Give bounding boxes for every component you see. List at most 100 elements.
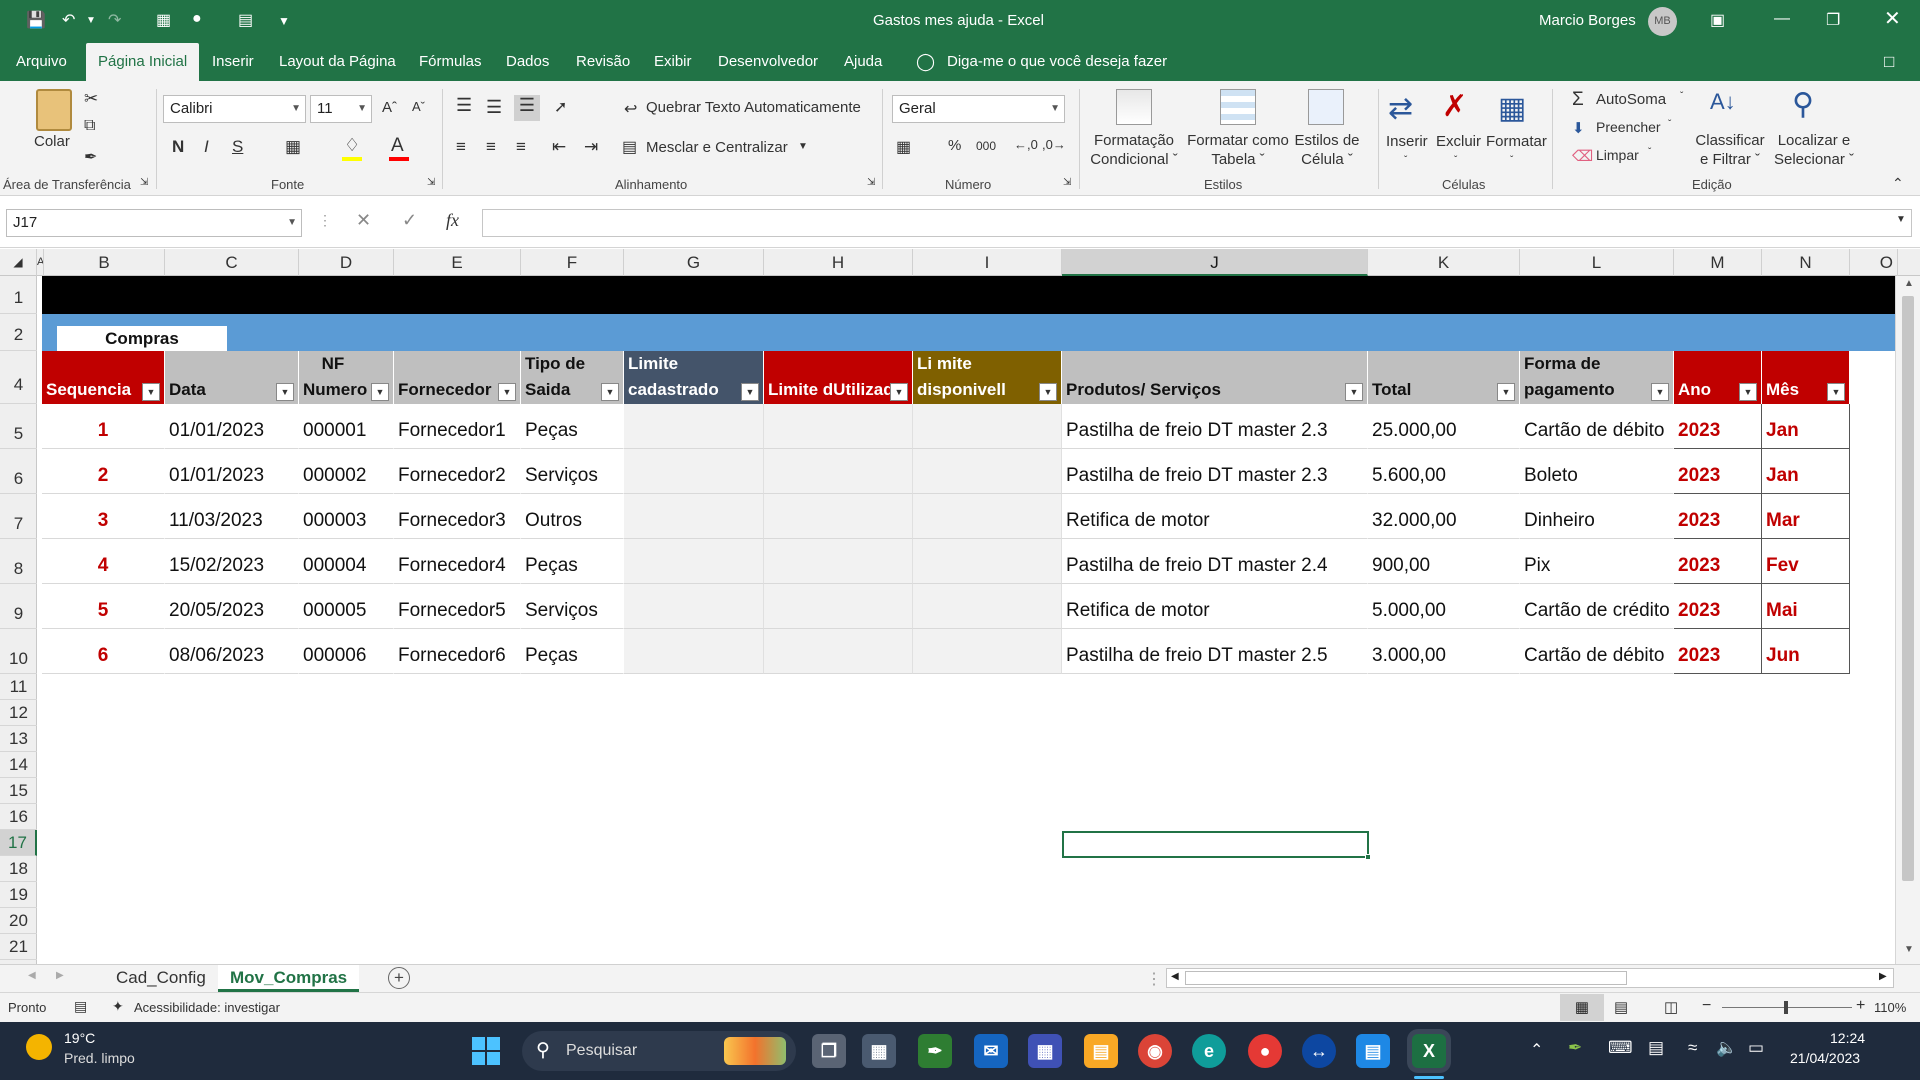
cell-l5[interactable]: Cartão de débito xyxy=(1520,404,1674,449)
col-header-o[interactable]: O xyxy=(1850,249,1898,276)
tab-arquivo[interactable]: Arquivo xyxy=(14,43,69,81)
scroll-left-icon[interactable]: ◀ xyxy=(1171,971,1179,982)
idea-icon[interactable]: ● xyxy=(192,10,202,28)
cell-j6[interactable]: Pastilha de freio DT master 2.3 xyxy=(1062,449,1368,494)
row-header[interactable]: 10 xyxy=(0,629,37,674)
mail-icon[interactable]: ✉ xyxy=(974,1034,1008,1068)
cell-h10[interactable] xyxy=(764,629,913,674)
cell-e10[interactable]: Fornecedor6 xyxy=(394,629,521,674)
normal-view-icon[interactable]: ▦ xyxy=(1560,994,1604,1021)
customize-qat-icon[interactable]: ▼ xyxy=(278,14,290,28)
edge-icon[interactable]: e xyxy=(1192,1034,1226,1068)
page-layout-view-icon[interactable]: ▤ xyxy=(1614,998,1628,1016)
chrome-icon[interactable]: ◉ xyxy=(1138,1034,1172,1068)
selected-cell-j17[interactable] xyxy=(1062,831,1369,858)
vertical-scroll-thumb[interactable] xyxy=(1902,296,1914,881)
grow-font-icon[interactable]: Aˆ xyxy=(382,99,397,116)
cell-n9[interactable]: Mai xyxy=(1762,584,1850,629)
minimize-icon[interactable]: — xyxy=(1774,10,1790,28)
align-middle-icon[interactable]: ☰ xyxy=(486,97,502,118)
row-header[interactable]: 18 xyxy=(0,856,37,882)
cell-b7[interactable]: 3 xyxy=(42,494,165,539)
row-header[interactable]: 21 xyxy=(0,934,37,960)
col-header-a[interactable]: A xyxy=(37,249,44,276)
keyboard-icon[interactable]: ⌨ xyxy=(1608,1038,1633,1058)
paste-button[interactable]: Colar xyxy=(34,133,70,150)
row-header[interactable]: 4 xyxy=(0,351,37,404)
row-header[interactable]: 1 xyxy=(0,276,37,314)
bold-button[interactable]: N xyxy=(172,137,184,157)
insert-dropdown-icon[interactable]: ˇ xyxy=(1404,155,1407,166)
cell-l8[interactable]: Pix xyxy=(1520,539,1674,584)
wifi-icon[interactable]: ≈ xyxy=(1688,1038,1697,1058)
teamviewer-icon[interactable]: ↔ xyxy=(1302,1034,1336,1068)
row-header[interactable]: 19 xyxy=(0,882,37,908)
user-name[interactable]: Marcio Borges xyxy=(1539,12,1636,29)
zoom-slider-thumb[interactable] xyxy=(1784,1001,1788,1014)
tab-layout[interactable]: Layout da Página xyxy=(277,43,398,81)
header-cell-e[interactable]: Fornecedor ▼ xyxy=(394,351,521,404)
cell-f7[interactable]: Outros xyxy=(521,494,624,539)
font-name-combo[interactable]: Calibri ▼ xyxy=(163,95,306,123)
cut-icon[interactable]: ✂ xyxy=(84,89,98,109)
row-header[interactable]: 12 xyxy=(0,700,37,726)
row-header[interactable]: 5 xyxy=(0,404,37,449)
cell-h7[interactable] xyxy=(764,494,913,539)
filter-dropdown-icon[interactable]: ▼ xyxy=(601,383,619,401)
tab-dados[interactable]: Dados xyxy=(504,43,551,81)
align-bottom-icon[interactable]: ☰ xyxy=(514,95,540,121)
display-icon[interactable]: ▤ xyxy=(1648,1038,1664,1058)
tab-exibir[interactable]: Exibir xyxy=(652,43,694,81)
cell-f5[interactable]: Peças xyxy=(521,404,624,449)
cell-d5[interactable]: 000001 xyxy=(299,404,394,449)
start-icon[interactable] xyxy=(472,1037,500,1065)
format-cells-button[interactable]: Formatar xyxy=(1486,133,1547,150)
col-header-e[interactable]: E xyxy=(394,249,521,276)
cell-k9[interactable]: 5.000,00 xyxy=(1368,584,1520,629)
cell-i9[interactable] xyxy=(913,584,1062,629)
decrease-decimal-icon[interactable]: ,0→ xyxy=(1042,137,1066,152)
filter-dropdown-icon[interactable]: ▼ xyxy=(741,383,759,401)
header-cell-f[interactable]: Tipo de Saida ▼ xyxy=(521,351,624,404)
select-all-corner[interactable]: ◢ xyxy=(0,249,37,276)
cell-h5[interactable] xyxy=(764,404,913,449)
currency-icon[interactable]: ▦ xyxy=(896,137,911,157)
store-icon[interactable]: ▦ xyxy=(1028,1034,1062,1068)
col-header-b[interactable]: B xyxy=(44,249,165,276)
cell-i6[interactable] xyxy=(913,449,1062,494)
cell-m5[interactable]: 2023 xyxy=(1674,404,1762,449)
sheet-tab-mov-compras[interactable]: Mov_Compras xyxy=(218,965,360,992)
thousands-button[interactable]: 000 xyxy=(976,139,996,153)
cell-d8[interactable]: 000004 xyxy=(299,539,394,584)
prev-sheet-icon[interactable]: ◀ xyxy=(28,970,36,981)
cell-g7[interactable] xyxy=(624,494,764,539)
row-header[interactable]: 7 xyxy=(0,494,37,539)
row-header[interactable]: 17 xyxy=(0,830,37,856)
volume-icon[interactable]: 🔈 xyxy=(1716,1038,1737,1058)
cell-c7[interactable]: 11/03/2023 xyxy=(165,494,299,539)
add-sheet-icon[interactable]: + xyxy=(388,967,410,989)
cell-b5[interactable]: 1 xyxy=(42,404,165,449)
fill-color-icon[interactable]: ♢ xyxy=(344,135,360,156)
increase-indent-icon[interactable]: ⇥ xyxy=(584,137,598,157)
scroll-up-icon[interactable]: ▲ xyxy=(1904,278,1914,289)
merge-dropdown-icon[interactable]: ▼ xyxy=(798,141,808,152)
fill-handle[interactable] xyxy=(1365,854,1371,860)
page-break-view-icon[interactable]: ◫ xyxy=(1664,998,1678,1016)
header-cell-j[interactable]: Produtos/ Serviços ▼ xyxy=(1062,351,1368,404)
redo-icon[interactable]: ↷ xyxy=(108,10,121,30)
formula-input[interactable] xyxy=(482,209,1912,237)
delete-dropdown-icon[interactable]: ˇ xyxy=(1454,155,1457,166)
tab-desenvolvedor[interactable]: Desenvolvedor xyxy=(716,43,820,81)
cell-e8[interactable]: Fornecedor4 xyxy=(394,539,521,584)
row-header[interactable]: 15 xyxy=(0,778,37,804)
zoom-out-icon[interactable]: − xyxy=(1702,997,1711,1015)
cell-k10[interactable]: 3.000,00 xyxy=(1368,629,1520,674)
conditional-formatting-icon[interactable] xyxy=(1116,89,1152,125)
notepad-icon[interactable]: ▤ xyxy=(1356,1034,1390,1068)
excel-taskbar-icon[interactable]: X xyxy=(1412,1034,1446,1068)
italic-button[interactable]: I xyxy=(204,137,209,157)
cell-b8[interactable]: 4 xyxy=(42,539,165,584)
row-header[interactable]: 8 xyxy=(0,539,37,584)
cell-m8[interactable]: 2023 xyxy=(1674,539,1762,584)
